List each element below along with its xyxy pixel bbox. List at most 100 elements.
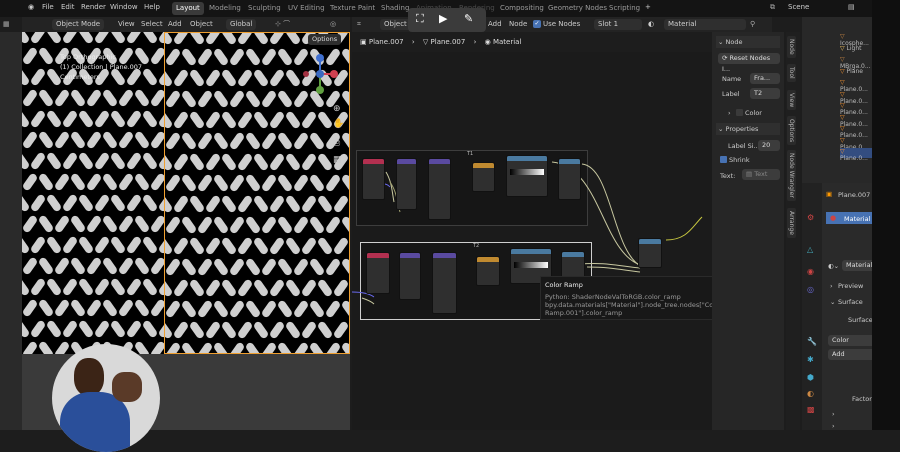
- record-video-icon[interactable]: ▶: [439, 12, 447, 25]
- label-field[interactable]: T2: [750, 88, 780, 99]
- material-tab-icon[interactable]: ◉: [807, 267, 814, 276]
- menu-edit[interactable]: Edit: [61, 3, 75, 11]
- tab-geometry-nodes[interactable]: Geometry Nodes: [544, 2, 611, 15]
- tab-scripting[interactable]: Scripting: [605, 2, 644, 15]
- expand-icon[interactable]: ›: [832, 410, 835, 418]
- tab-layout[interactable]: Layout: [172, 2, 204, 15]
- outliner-item[interactable]: ▽ Light: [840, 45, 872, 55]
- camera-icon[interactable]: ⎙: [333, 138, 340, 148]
- tab-options[interactable]: Options: [787, 116, 796, 146]
- viewport-menu-object[interactable]: Object: [190, 19, 213, 30]
- tab-compositing[interactable]: Compositing: [496, 2, 548, 15]
- physics-tab-icon[interactable]: ◎: [807, 285, 814, 294]
- add-workspace-icon[interactable]: +: [645, 3, 651, 11]
- material-name-field[interactable]: Material: [664, 19, 746, 30]
- tab-modeling[interactable]: Modeling: [205, 2, 245, 15]
- breadcrumb-material[interactable]: Material: [493, 38, 521, 46]
- viewport-menu-select[interactable]: Select: [141, 19, 163, 30]
- blender-logo-icon[interactable]: ◉: [28, 3, 34, 11]
- navigation-gizmo[interactable]: [298, 52, 342, 96]
- tab-node-wrangler[interactable]: Node Wrangler: [787, 150, 796, 201]
- color-ramp-gradient[interactable]: [514, 262, 548, 268]
- editor-type-icon[interactable]: ▦: [3, 19, 10, 30]
- particles-tab-icon[interactable]: ✱: [807, 355, 814, 364]
- constraints-tab-icon[interactable]: ⚙: [807, 213, 814, 222]
- mapping-node-t1[interactable]: [396, 158, 417, 210]
- shader-type-dropdown[interactable]: Object: [380, 19, 411, 30]
- orientation-dropdown[interactable]: Global: [226, 19, 257, 30]
- screenshot-icon[interactable]: ⛶: [416, 12, 424, 26]
- tab-node[interactable]: Node: [787, 36, 796, 58]
- surface-collapse-icon[interactable]: ⌄: [830, 298, 835, 306]
- data-tab-icon[interactable]: △: [807, 245, 813, 254]
- color-ramp-node-t1[interactable]: [506, 155, 548, 197]
- object-mode-dropdown[interactable]: Object Mode: [52, 19, 105, 30]
- preview-panel-header[interactable]: Preview: [838, 282, 863, 290]
- menu-file[interactable]: File: [42, 3, 54, 11]
- shrink-checkbox[interactable]: [720, 156, 727, 163]
- mix-node-t1[interactable]: [558, 158, 581, 200]
- texcoord-node-t1[interactable]: [362, 158, 385, 200]
- node-menu-add[interactable]: Add: [488, 19, 502, 30]
- math-node-t1[interactable]: [472, 162, 495, 192]
- node-panel-header[interactable]: ⌄ Node: [716, 36, 780, 48]
- outliner-item[interactable]: ▽ Plane.0...: [840, 102, 872, 116]
- expand-icon[interactable]: ›: [832, 422, 835, 430]
- slot-dropdown[interactable]: Slot 1: [594, 19, 642, 30]
- node-menu-node[interactable]: Node: [509, 19, 527, 30]
- outliner-item[interactable]: ▽ Plane.0...: [840, 148, 872, 162]
- tab-arrange[interactable]: Arrange: [787, 208, 796, 238]
- text-datablock-field[interactable]: ▤ Text: [742, 169, 780, 180]
- zoom-icon[interactable]: ⊕: [333, 104, 341, 114]
- world-tab-icon[interactable]: ◐: [807, 389, 814, 398]
- breadcrumb-mesh[interactable]: Plane.007: [431, 38, 466, 46]
- preview-expand-icon[interactable]: ›: [830, 282, 833, 290]
- vector-node-t2[interactable]: [432, 252, 457, 314]
- outliner-item[interactable]: ▽ Plane.0...: [840, 91, 872, 105]
- menu-window[interactable]: Window: [110, 3, 138, 11]
- menu-render[interactable]: Render: [81, 3, 106, 11]
- proportional-icon[interactable]: ◎: [330, 19, 336, 30]
- tab-uv-editing[interactable]: UV Editing: [284, 2, 329, 15]
- surface-panel-header[interactable]: Surface: [838, 298, 863, 306]
- scene-name[interactable]: Scene: [788, 3, 809, 11]
- label-size-field[interactable]: 20: [758, 140, 780, 151]
- viewport-menu-view[interactable]: View: [118, 19, 135, 30]
- tab-texture-paint[interactable]: Texture Paint: [326, 2, 379, 15]
- viewport-options-button[interactable]: Options: [308, 34, 342, 45]
- snap-icon[interactable]: ⊹ ⌒: [275, 19, 290, 30]
- outliner-item[interactable]: ▽ Plane.0...: [840, 114, 872, 128]
- outliner-item[interactable]: ▽ Plane.0...: [840, 125, 872, 139]
- grid-view-icon[interactable]: ▦: [333, 155, 342, 165]
- name-field[interactable]: Fra...: [750, 73, 780, 84]
- view-layer-icon[interactable]: ▤: [848, 3, 855, 11]
- color-expand-icon[interactable]: ›: [728, 109, 731, 117]
- breadcrumb-object[interactable]: Plane.007: [369, 38, 404, 46]
- texcoord-node-t2[interactable]: [366, 252, 390, 294]
- color-ramp-gradient[interactable]: [510, 169, 544, 175]
- outliner-item[interactable]: ▽ Plane.0...: [840, 79, 872, 93]
- tab-tool[interactable]: Tool: [787, 64, 796, 82]
- output-mix-node[interactable]: [638, 238, 662, 268]
- viewport-menu-add[interactable]: Add: [168, 19, 182, 30]
- menu-help[interactable]: Help: [144, 3, 160, 11]
- pin-icon[interactable]: ⚲: [750, 19, 755, 30]
- node-editor-type-icon[interactable]: ⌗: [357, 19, 361, 30]
- outliner-item[interactable]: ▽ MBrga.0...: [840, 56, 872, 70]
- outliner-item[interactable]: ▽ Plane.0...: [840, 137, 872, 151]
- texture-tab-icon[interactable]: ▩: [807, 405, 815, 414]
- tab-sculpting[interactable]: Sculpting: [244, 2, 285, 15]
- mapping-node-t2[interactable]: [399, 252, 421, 300]
- material-browse-icon[interactable]: ◐⌄: [828, 262, 839, 270]
- outliner-item[interactable]: ▽ Plane: [840, 68, 872, 78]
- outliner-item[interactable]: ▽ Icosphe...: [840, 33, 872, 47]
- pan-hand-icon[interactable]: ✋: [333, 119, 344, 129]
- use-nodes-checkbox[interactable]: ✓: [533, 20, 541, 28]
- object-data-tab-icon[interactable]: ⬢: [807, 373, 814, 382]
- reset-nodes-button[interactable]: ⟳ Reset Nodes I...: [718, 53, 780, 73]
- modifier-tab-icon[interactable]: 🔧: [807, 337, 817, 346]
- notes-icon[interactable]: ✎: [464, 12, 473, 25]
- material-sphere-icon[interactable]: ◐: [648, 19, 654, 30]
- color-checkbox[interactable]: [736, 109, 743, 116]
- math-node-t2[interactable]: [476, 256, 500, 286]
